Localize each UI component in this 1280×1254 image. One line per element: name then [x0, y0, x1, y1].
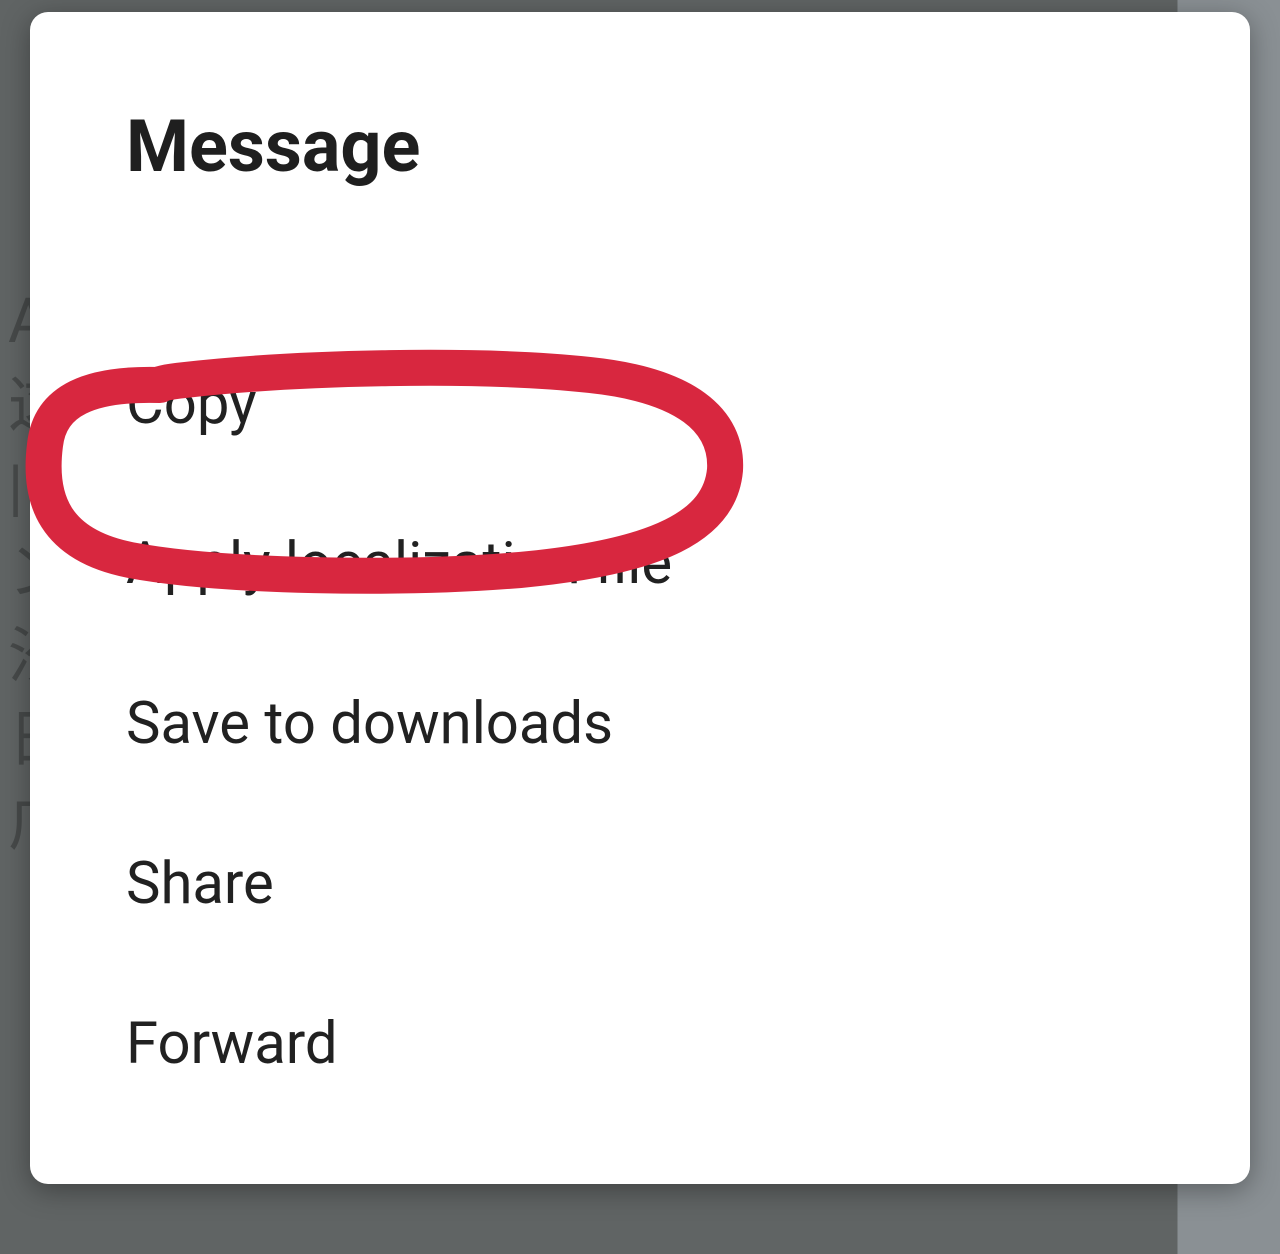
message-dialog: Message Copy Apply localization file Sav…	[30, 12, 1250, 1184]
dialog-title: Message	[126, 104, 1154, 189]
menu-item-save-to-downloads[interactable]: Save to downloads	[126, 644, 1154, 804]
menu-item-share[interactable]: Share	[126, 804, 1154, 964]
menu-item-copy[interactable]: Copy	[126, 324, 1154, 484]
menu-item-apply-localization-file[interactable]: Apply localization file	[126, 484, 1154, 644]
menu-item-forward[interactable]: Forward	[126, 964, 1154, 1124]
